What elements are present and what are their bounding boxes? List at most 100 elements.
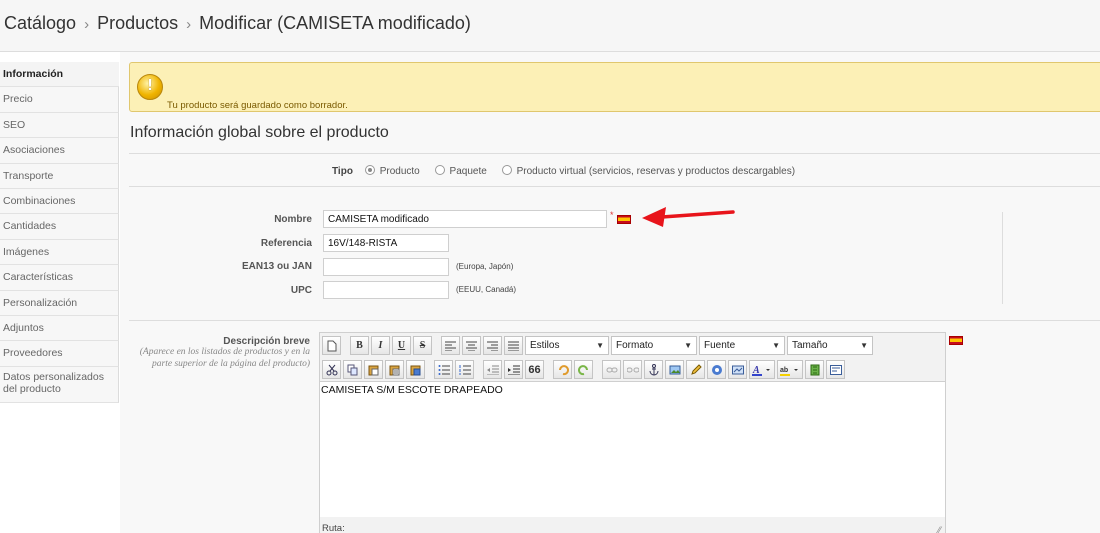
radio-producto[interactable] <box>364 165 375 175</box>
numbered-list-icon[interactable] <box>455 360 474 379</box>
column-divider <box>1002 212 1003 304</box>
sidebar-item-informacion[interactable]: Información <box>0 62 119 88</box>
tipo-selector: Tipo Producto Paquete Producto virtual (… <box>332 165 807 177</box>
cut-icon[interactable] <box>322 360 341 379</box>
undo-icon[interactable] <box>553 360 572 379</box>
divider <box>129 186 1100 187</box>
ean13-input[interactable] <box>323 258 449 276</box>
blockquote-icon[interactable]: 66 <box>525 360 544 379</box>
nombre-input[interactable] <box>323 210 607 228</box>
breadcrumb-separator: › <box>84 16 90 33</box>
editor-toolbar-row-2: 66 A ab <box>322 359 847 380</box>
referencia-input[interactable] <box>323 234 449 252</box>
breadcrumb-productos[interactable]: Productos <box>97 13 178 33</box>
sidebar-item-adjuntos[interactable]: Adjuntos <box>0 315 119 342</box>
breadcrumb-current: Modificar (CAMISETA modificado) <box>199 13 471 33</box>
breadcrumb: Catálogo › Productos › Modificar (CAMISETA m… <box>4 13 471 34</box>
sidebar-item-proveedores[interactable]: Proveedores <box>0 341 119 367</box>
paste-text-icon[interactable] <box>385 360 404 379</box>
fuente-select[interactable]: Fuente ▼ <box>699 336 785 355</box>
required-mark: * <box>610 210 614 220</box>
help-icon[interactable] <box>707 360 726 379</box>
divider <box>129 153 1100 154</box>
sidebar-item-combinaciones[interactable]: Combinaciones <box>0 188 119 215</box>
fuente-select-label: Fuente <box>704 340 736 351</box>
formato-select[interactable]: Formato ▼ <box>611 336 697 355</box>
descripcion-help: (Aparece en los listados de productos y … <box>139 347 310 369</box>
editor-path-label: Ruta: <box>322 523 345 533</box>
media-icon[interactable] <box>728 360 747 379</box>
copy-icon[interactable] <box>343 360 362 379</box>
tamano-select[interactable]: Tamaño ▼ <box>787 336 873 355</box>
sidebar-item-caracteristicas[interactable]: Características <box>0 265 119 291</box>
breadcrumb-separator: › <box>186 16 192 33</box>
sidebar-item-seo[interactable]: SEO <box>0 112 119 139</box>
spain-flag-icon[interactable] <box>617 215 631 224</box>
sidebar-item-cantidades[interactable]: Cantidades <box>0 214 119 240</box>
red-arrow-annotation <box>642 207 735 227</box>
formato-select-label: Formato <box>616 340 654 351</box>
upc-input[interactable] <box>323 281 449 299</box>
sidebar-item-asociaciones[interactable]: Asociaciones <box>0 138 119 164</box>
tipo-label: Tipo <box>332 166 353 177</box>
estilos-select-label: Estilos <box>530 340 560 351</box>
ean13-note: (Europa, Japón) <box>456 262 514 271</box>
paste-icon[interactable] <box>364 360 383 379</box>
product-tabs-sidebar: Información Precio SEO Asociaciones Tran… <box>0 62 119 403</box>
tipo-option-label: Producto virtual (servicios, reservas y … <box>516 166 796 177</box>
sidebar-item-datos-personalizados[interactable]: Datos personalizados del producto <box>0 366 119 403</box>
sidebar-item-precio[interactable]: Precio <box>0 87 119 113</box>
highlight-color-icon[interactable]: ab <box>777 360 803 379</box>
descripcion-editor-area[interactable]: CAMISETA S/M ESCOTE DRAPEADO <box>320 381 945 517</box>
spain-flag-icon[interactable] <box>949 336 963 345</box>
main-panel: ! Tu producto será guardado como borrado… <box>120 52 1100 533</box>
descripcion-label: Descripción breve <box>223 336 310 347</box>
tipo-option-label: Paquete <box>449 166 487 177</box>
anchor-icon[interactable] <box>644 360 663 379</box>
align-left-icon[interactable] <box>441 336 460 355</box>
tipo-option-virtual[interactable]: Producto virtual (servicios, reservas y … <box>501 165 796 177</box>
bulleted-list-icon[interactable] <box>434 360 453 379</box>
svg-text:ab: ab <box>780 367 788 374</box>
outdent-icon[interactable] <box>483 360 502 379</box>
chevron-down-icon: ▼ <box>772 341 780 350</box>
strikethrough-button[interactable]: S <box>413 336 432 355</box>
sidebar-item-personalizacion[interactable]: Personalización <box>0 290 119 316</box>
text-color-icon[interactable]: A <box>749 360 775 379</box>
italic-button[interactable]: I <box>371 336 390 355</box>
chevron-down-icon: ▼ <box>684 341 692 350</box>
page-header: Catálogo › Productos › Modificar (CAMISETA m… <box>0 0 1100 52</box>
upc-label: UPC <box>290 285 312 296</box>
warning-icon: ! <box>137 74 163 100</box>
indent-icon[interactable] <box>504 360 523 379</box>
align-justify-icon[interactable] <box>504 336 523 355</box>
breadcrumb-catalogo[interactable]: Catálogo <box>4 13 76 33</box>
underline-button[interactable]: U <box>392 336 411 355</box>
draft-warning-alert: ! Tu producto será guardado como borrado… <box>129 62 1100 112</box>
divider <box>129 320 1100 321</box>
unlink-icon[interactable] <box>623 360 642 379</box>
link-icon[interactable] <box>602 360 621 379</box>
upc-note: (EEUU, Canadá) <box>456 285 517 294</box>
estilos-select[interactable]: Estilos ▼ <box>525 336 609 355</box>
sidebar-item-transporte[interactable]: Transporte <box>0 163 119 189</box>
fullscreen-icon[interactable] <box>805 360 824 379</box>
tipo-option-producto[interactable]: Producto <box>364 165 420 177</box>
align-right-icon[interactable] <box>483 336 502 355</box>
image-icon[interactable] <box>665 360 684 379</box>
align-center-icon[interactable] <box>462 336 481 355</box>
new-page-icon[interactable] <box>322 336 341 355</box>
resize-handle-icon[interactable]: ⁄⁄ <box>938 525 941 533</box>
sidebar-item-imagenes[interactable]: Imágenes <box>0 239 119 266</box>
rich-text-editor: B I U S Estilos ▼ Formato ▼ Fuente ▼ Tamaño… <box>319 332 946 533</box>
chevron-down-icon: ▼ <box>860 341 868 350</box>
bold-button[interactable]: B <box>350 336 369 355</box>
radio-paquete[interactable] <box>434 165 445 175</box>
source-code-icon[interactable] <box>826 360 845 379</box>
pencil-icon[interactable] <box>686 360 705 379</box>
tipo-option-paquete[interactable]: Paquete <box>434 165 487 177</box>
radio-virtual[interactable] <box>501 165 512 175</box>
redo-icon[interactable] <box>574 360 593 379</box>
tamano-select-label: Tamaño <box>792 340 828 351</box>
paste-word-icon[interactable] <box>406 360 425 379</box>
